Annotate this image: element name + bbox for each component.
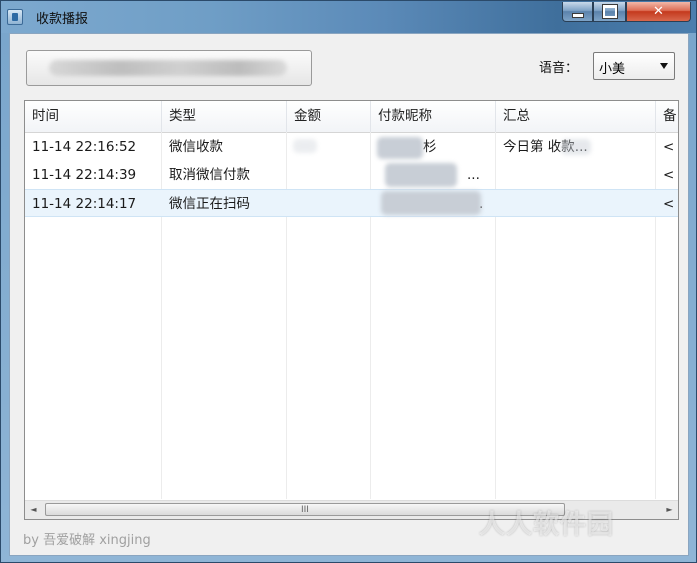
- close-icon: ✕: [653, 4, 664, 19]
- cell-type: 取消微信付款: [169, 167, 250, 183]
- list-header: 时间 类型 金额 付款昵称 汇总 备: [25, 101, 678, 133]
- redaction-blur: [381, 191, 481, 215]
- close-button[interactable]: ✕: [626, 2, 691, 22]
- maximize-icon: [602, 5, 617, 18]
- column-header-type[interactable]: 类型: [162, 101, 287, 132]
- title-bar[interactable]: 收款播报 ✕: [1, 1, 696, 33]
- app-window: 收款播报 ✕ 语音： 小美 时间 类型 金额 付款昵称 汇总 备 11-14 2…: [0, 0, 697, 563]
- column-header-summary[interactable]: 汇总: [496, 101, 656, 132]
- column-header-time[interactable]: 时间: [25, 101, 162, 132]
- redaction-blur: [293, 139, 317, 153]
- cell-note: <: [663, 167, 675, 183]
- redacted-text: [49, 60, 287, 76]
- scroll-right-icon[interactable]: ►: [661, 501, 678, 519]
- redaction-blur: [385, 163, 457, 187]
- cell-time: 11-14 22:16:52: [32, 139, 137, 155]
- table-row[interactable]: 11-14 22:14:39 取消微信付款 ... <: [25, 161, 678, 189]
- scroll-left-icon[interactable]: ◄: [25, 501, 42, 519]
- voice-select[interactable]: 小美: [593, 52, 675, 80]
- minimize-icon: [571, 13, 584, 18]
- cell-summary: [496, 161, 656, 189]
- voice-select-value: 小美: [599, 62, 626, 77]
- redaction-blur: [561, 139, 591, 155]
- cell-amount: [287, 161, 371, 189]
- redacted-input-box[interactable]: [26, 50, 312, 86]
- cell-time: 11-14 22:14:39: [32, 167, 137, 183]
- voice-label: 语音：: [539, 61, 579, 76]
- credit-text: by 吾爱破解 xingjing: [23, 533, 151, 548]
- redaction-blur: [377, 137, 423, 159]
- site-watermark: 人人软件园: [479, 510, 615, 540]
- cell-note: <: [663, 196, 675, 212]
- app-icon: [7, 9, 23, 25]
- minimize-button[interactable]: [562, 2, 593, 22]
- column-header-note[interactable]: 备: [656, 101, 678, 132]
- grip-icon: III: [301, 505, 309, 515]
- cell-type: 微信正在扫码: [169, 196, 250, 212]
- payment-list[interactable]: 时间 类型 金额 付款昵称 汇总 备 11-14 22:16:52 微信收款 杉…: [24, 100, 679, 520]
- cell-amount: [287, 190, 371, 218]
- maximize-button[interactable]: [593, 2, 626, 22]
- table-row-selected[interactable]: 11-14 22:14:17 微信正在扫码 . <: [25, 189, 678, 218]
- client-area: 语音： 小美 时间 类型 金额 付款昵称 汇总 备 11-14 22:16:52…: [9, 33, 689, 556]
- cell-note: <: [663, 139, 675, 155]
- window-title: 收款播报: [36, 12, 89, 27]
- cell-summary: [496, 190, 656, 218]
- column-header-amount[interactable]: 金额: [287, 101, 371, 132]
- chevron-down-icon[interactable]: [660, 63, 668, 69]
- cell-type: 微信收款: [169, 139, 223, 155]
- column-header-nickname[interactable]: 付款昵称: [371, 101, 496, 132]
- cell-time: 11-14 22:14:17: [32, 196, 137, 212]
